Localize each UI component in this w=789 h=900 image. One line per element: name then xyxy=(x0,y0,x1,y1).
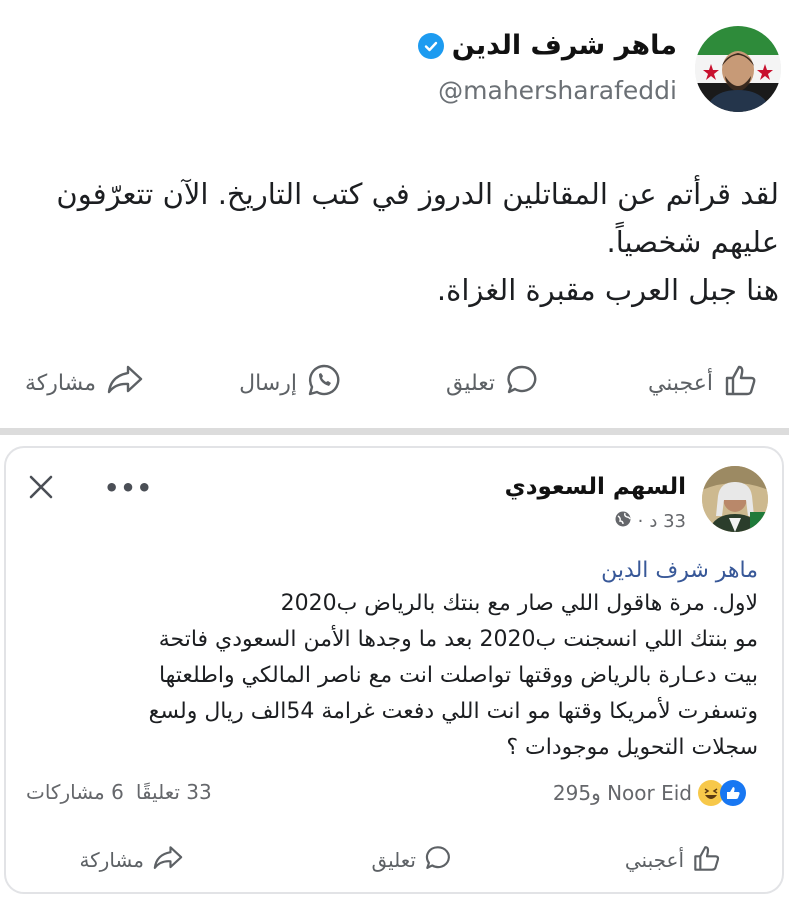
comment-bubble-icon xyxy=(424,844,452,877)
close-icon[interactable] xyxy=(24,470,58,504)
comment-label: تعليق xyxy=(445,370,495,396)
reactions-text: 295و Noor Eid xyxy=(552,781,692,805)
fb-like-button[interactable]: أعجبني xyxy=(625,840,722,880)
fb-post-text-line: مو بنتك اللي انسجنت ب2020 بعد ما وجدها ا… xyxy=(158,627,758,652)
post-text: لقد قرأتم عن المقاتلين الدروز في كتب الت… xyxy=(9,170,779,314)
post-text-line: لقد قرأتم عن المقاتلين الدروز في كتب الت… xyxy=(56,177,779,211)
share-button[interactable]: مشاركة xyxy=(25,360,144,406)
shares-count[interactable]: 6 مشاركات xyxy=(26,780,124,804)
fb-post-text-line: بيت دعـارة بالرياض ووقتها تواصلت انت مع … xyxy=(158,663,758,688)
fb-action-bar: أعجبني تعليق مشاركة xyxy=(6,840,782,880)
thumbs-up-icon xyxy=(723,362,759,404)
post-action-bar: أعجبني تعليق إرسال مشاركة xyxy=(0,360,789,406)
comments-shares-count: 33 تعليقًا 6 مشاركات xyxy=(26,780,212,804)
fb-like-label: أعجبني xyxy=(624,848,684,872)
post-text-line: هنا جبل العرب مقبرة الغزاة. xyxy=(436,273,779,307)
more-options-icon[interactable]: ••• xyxy=(104,474,153,502)
send-button[interactable]: إرسال xyxy=(239,360,341,406)
like-label: أعجبني xyxy=(647,370,713,396)
verified-badge-icon xyxy=(417,32,444,59)
author-avatar[interactable] xyxy=(695,26,781,112)
fb-post-text: لاول. مرة هاقول اللي صار مع بنتك بالرياض… xyxy=(28,586,758,766)
share-label: مشاركة xyxy=(24,370,96,396)
thumbs-up-icon xyxy=(692,843,722,878)
like-reaction-icon xyxy=(720,780,746,806)
fb-share-button[interactable]: مشاركة xyxy=(79,840,184,880)
fb-post-meta: 33 د · xyxy=(614,510,686,533)
share-arrow-icon xyxy=(106,363,144,403)
author-name-row: ماهر شرف الدين xyxy=(417,30,677,61)
fb-post-text-line: وتسفرت لأمريكا وقتها مو انت اللي دفعت غر… xyxy=(148,699,758,724)
fb-comment-button[interactable]: تعليق xyxy=(371,840,452,880)
reactions-summary[interactable]: 295و Noor Eid xyxy=(553,780,746,806)
like-button[interactable]: أعجبني xyxy=(648,360,759,406)
screenshot-post-card: السهم السعودي 33 د · ••• ماهر شرف الدين … xyxy=(4,446,784,894)
top-post: ماهر شرف الدين @mahersharafeddi لقد قرأت… xyxy=(0,0,789,430)
globe-icon xyxy=(614,510,632,533)
fb-share-label: مشاركة xyxy=(79,848,144,872)
engagement-summary: 295و Noor Eid 33 تعليقًا 6 مشاركات xyxy=(6,778,782,812)
fb-author-avatar[interactable] xyxy=(702,466,768,532)
share-arrow-icon xyxy=(152,844,184,877)
comment-bubble-icon xyxy=(505,363,539,403)
fb-author-name[interactable]: السهم السعودي xyxy=(505,474,686,500)
fb-comment-label: تعليق xyxy=(371,848,416,872)
meta-dot: · xyxy=(637,511,644,532)
fb-post-text-line: سجلات التحويل موجودات ؟ xyxy=(506,735,758,760)
author-name[interactable]: ماهر شرف الدين xyxy=(452,30,677,61)
author-handle[interactable]: @mahersharafeddi xyxy=(438,76,677,105)
avatar-image xyxy=(695,26,781,112)
section-divider xyxy=(0,428,789,435)
send-label: إرسال xyxy=(239,370,297,396)
avatar-image xyxy=(702,466,768,532)
fb-post-text-line: لاول. مرة هاقول اللي صار مع بنتك بالرياض… xyxy=(280,591,758,616)
comments-count[interactable]: 33 تعليقًا xyxy=(136,780,212,804)
whatsapp-icon xyxy=(307,363,341,403)
comment-button[interactable]: تعليق xyxy=(446,360,539,406)
mentioned-user-link[interactable]: ماهر شرف الدين xyxy=(601,558,758,583)
post-time[interactable]: 33 د xyxy=(649,511,686,532)
post-text-line: عليهم شخصياً. xyxy=(606,225,779,259)
